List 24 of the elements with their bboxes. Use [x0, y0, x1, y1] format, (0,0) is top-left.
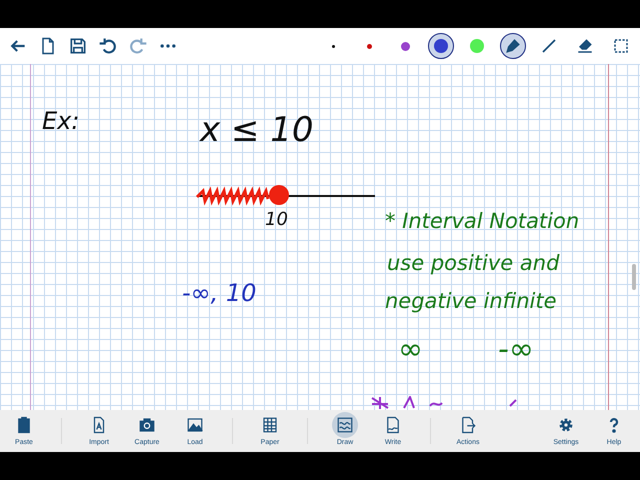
handwritten-text: Ex: [42, 108, 80, 134]
pen-tool-button[interactable] [500, 33, 526, 59]
document-arrow-icon [459, 416, 477, 434]
handwritten-text: -∞ [498, 333, 534, 366]
handwritten-text: -∞, 10 [182, 280, 256, 306]
pen-nib-icon [504, 37, 522, 55]
eraser-icon [576, 37, 594, 55]
handwritten-text: x ≤ 10 [200, 112, 314, 150]
handwritten-text: * Interval Notation [385, 210, 580, 234]
handwritten-text: 10 [265, 210, 288, 230]
line-icon [540, 37, 558, 55]
handwritten-text: use positive and [387, 252, 560, 276]
wave-image-icon [336, 416, 354, 434]
color-swatch-button[interactable] [428, 33, 454, 59]
document-wave-icon [384, 416, 402, 434]
camera-icon [138, 416, 156, 434]
grid-icon [261, 416, 279, 434]
image-icon [186, 416, 204, 434]
dashed-square-icon [612, 37, 630, 55]
handwritten-text: ∞ [398, 333, 423, 366]
scrollbar[interactable] [632, 264, 636, 290]
clipboard-icon [15, 416, 33, 434]
settings-icon [557, 416, 575, 434]
handwritten-text: negative infinite [385, 290, 557, 314]
